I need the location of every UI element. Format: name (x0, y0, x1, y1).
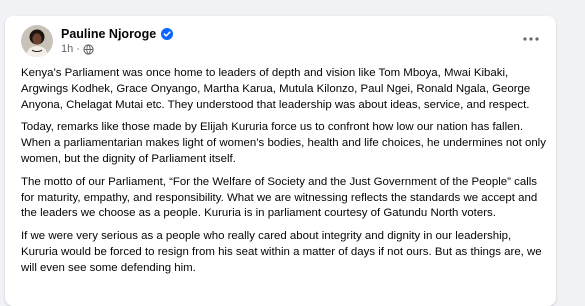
post-paragraph: If we were very serious as a people who … (21, 230, 542, 274)
post-paragraph: Today, remarks like those made by Elijah… (21, 121, 546, 165)
post-header: Pauline Njoroge 1h · (5, 16, 556, 66)
author-name[interactable]: Pauline Njoroge (61, 27, 156, 41)
post-text: Kenya’s Parliament was once home to lead… (21, 66, 547, 284)
more-horizontal-icon (523, 37, 539, 41)
post-meta: 1h · (61, 43, 94, 55)
avatar-photo (21, 25, 53, 57)
meta-separator: · (76, 43, 80, 55)
author-avatar[interactable] (21, 25, 53, 57)
globe-icon[interactable] (83, 43, 94, 55)
more-options-button[interactable] (520, 30, 542, 48)
post-paragraph: Kenya’s Parliament was once home to lead… (21, 67, 531, 111)
post-paragraph: The motto of our Parliament, “For the We… (21, 175, 538, 220)
post-timestamp[interactable]: 1h (61, 43, 73, 55)
verified-badge-icon (161, 28, 174, 40)
post-card: Pauline Njoroge 1h · Kenya’s Parliament … (5, 16, 556, 306)
author-name-row: Pauline Njoroge (61, 27, 174, 41)
